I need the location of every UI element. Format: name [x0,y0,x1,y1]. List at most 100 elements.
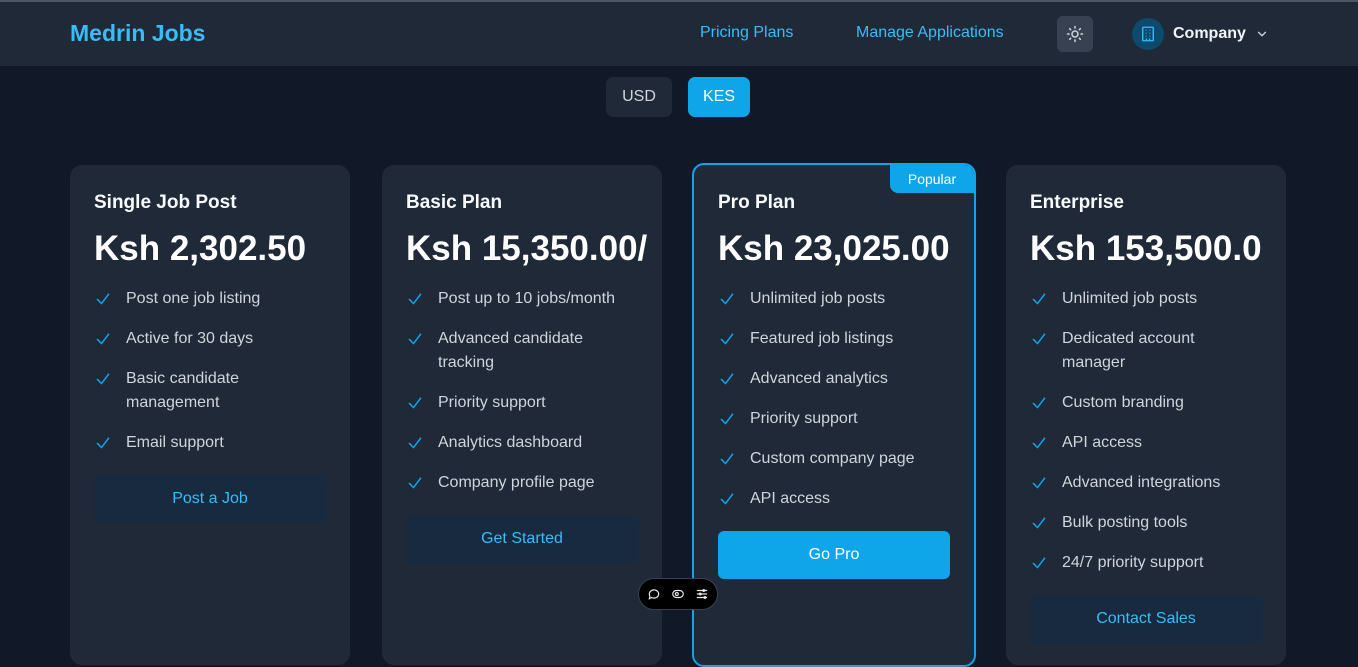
check-icon [1032,333,1046,345]
feature-item: Bulk posting tools [1030,511,1250,535]
feature-text: API access [750,490,831,507]
feature-item: Advanced candidate tracking [406,327,626,375]
check-icon [1032,293,1046,305]
sun-icon [1066,25,1084,43]
check-icon [96,333,110,345]
account-label: Company [1173,25,1246,42]
check-icon [96,293,110,305]
feature-list: Post up to 10 jobs/month Advanced candid… [406,287,626,495]
nav-manage-applications[interactable]: Manage Applications [856,24,1004,42]
feature-text: 24/7 priority support [1062,554,1204,571]
feature-text: Email support [126,434,224,451]
check-icon [720,453,734,465]
feature-text: Priority support [438,394,546,411]
feature-text: Priority support [750,410,858,427]
feature-item: 24/7 priority support [1030,551,1250,575]
go-pro-button[interactable]: Go Pro [718,531,950,579]
feature-item: Basic candidate management [94,367,314,415]
brand-logo[interactable]: Medrin Jobs [70,20,205,47]
theme-toggle-button[interactable] [1057,16,1093,52]
check-icon [720,333,734,345]
feature-item: Dedicated account manager [1030,327,1250,375]
feature-item: Priority support [406,391,626,415]
feature-text: Post one job listing [126,290,261,307]
account-menu[interactable]: Company [1132,18,1269,50]
popular-badge: Popular [890,165,974,193]
check-icon [1032,477,1046,489]
feature-text: Analytics dashboard [438,434,583,451]
plan-price: Ksh 2,302.50 [94,229,307,268]
feature-text: Featured job listings [750,330,894,347]
nav-pricing-plans[interactable]: Pricing Plans [700,24,793,42]
feature-item: Custom company page [718,447,938,471]
feature-text: Unlimited job posts [1062,290,1198,307]
pricing-card-enterprise: Enterprise Ksh 153,500.0 Unlimited job p… [1006,165,1286,665]
feature-item: Active for 30 days [94,327,314,351]
feature-text: Unlimited job posts [750,290,886,307]
sliders-icon[interactable] [695,587,709,601]
currency-kes-button[interactable]: KES [688,77,750,117]
check-icon [408,477,422,489]
currency-usd-button[interactable]: USD [606,77,672,117]
chevron-down-icon [1257,31,1267,37]
feature-text: Custom company page [750,450,915,467]
floating-toolbar [638,578,718,610]
plan-price: Ksh 23,025.00 [718,229,950,268]
feature-text: Basic candidate management [126,370,239,411]
feature-item: Company profile page [406,471,626,495]
feature-item: Custom branding [1030,391,1250,415]
feature-text: Advanced candidate tracking [438,330,583,371]
check-icon [720,373,734,385]
post-a-job-button[interactable]: Post a Job [94,475,326,523]
check-icon [1032,557,1046,569]
feature-text: Company profile page [438,474,595,491]
feature-item: Unlimited job posts [1030,287,1250,311]
feature-item: Post up to 10 jobs/month [406,287,626,311]
feature-text: Active for 30 days [126,330,254,347]
plan-name: Enterprise [1030,192,1124,213]
feature-text: Post up to 10 jobs/month [438,290,615,307]
contact-sales-button[interactable]: Contact Sales [1030,595,1262,643]
get-started-button[interactable]: Get Started [406,515,638,563]
feature-text: Advanced integrations [1062,474,1221,491]
feature-text: Bulk posting tools [1062,514,1188,531]
check-icon [1032,397,1046,409]
check-icon [408,397,422,409]
plan-name: Pro Plan [718,192,796,213]
check-icon [1032,517,1046,529]
feature-item: Advanced analytics [718,367,938,391]
pricing-card-single-job: Single Job Post Ksh 2,302.50 Post one jo… [70,165,350,665]
plan-price: Ksh 15,350.00/ [406,229,648,268]
check-icon [720,493,734,505]
check-icon [720,293,734,305]
check-icon [408,333,422,345]
feature-item: Unlimited job posts [718,287,938,311]
feature-list: Unlimited job posts Dedicated account ma… [1030,287,1250,575]
feature-item: Advanced integrations [1030,471,1250,495]
top-navbar: Medrin Jobs Pricing Plans Manage Applica… [0,2,1358,66]
feature-item: Post one job listing [94,287,314,311]
pricing-card-pro: Popular Pro Plan Ksh 23,025.00 Unlimited… [692,163,976,667]
feature-list: Post one job listing Active for 30 days … [94,287,314,455]
feature-item: API access [1030,431,1250,455]
building-icon [1142,26,1154,42]
pricing-card-basic: Basic Plan Ksh 15,350.00/ Post up to 10 … [382,165,662,665]
comment-icon[interactable] [647,587,661,601]
feature-item: API access [718,487,938,511]
feature-text: Dedicated account manager [1062,330,1195,371]
check-icon [1032,437,1046,449]
check-icon [96,373,110,385]
check-icon [408,437,422,449]
feature-text: API access [1062,434,1143,451]
feature-text: Custom branding [1062,394,1184,411]
eye-icon[interactable] [671,587,685,601]
feature-text: Advanced analytics [750,370,888,387]
feature-list: Unlimited job posts Featured job listing… [718,287,938,511]
check-icon [96,437,110,449]
company-avatar [1132,18,1164,50]
feature-item: Priority support [718,407,938,431]
feature-item: Analytics dashboard [406,431,626,455]
plan-name: Single Job Post [94,192,237,213]
plan-price: Ksh 153,500.0 [1030,229,1262,268]
feature-item: Featured job listings [718,327,938,351]
